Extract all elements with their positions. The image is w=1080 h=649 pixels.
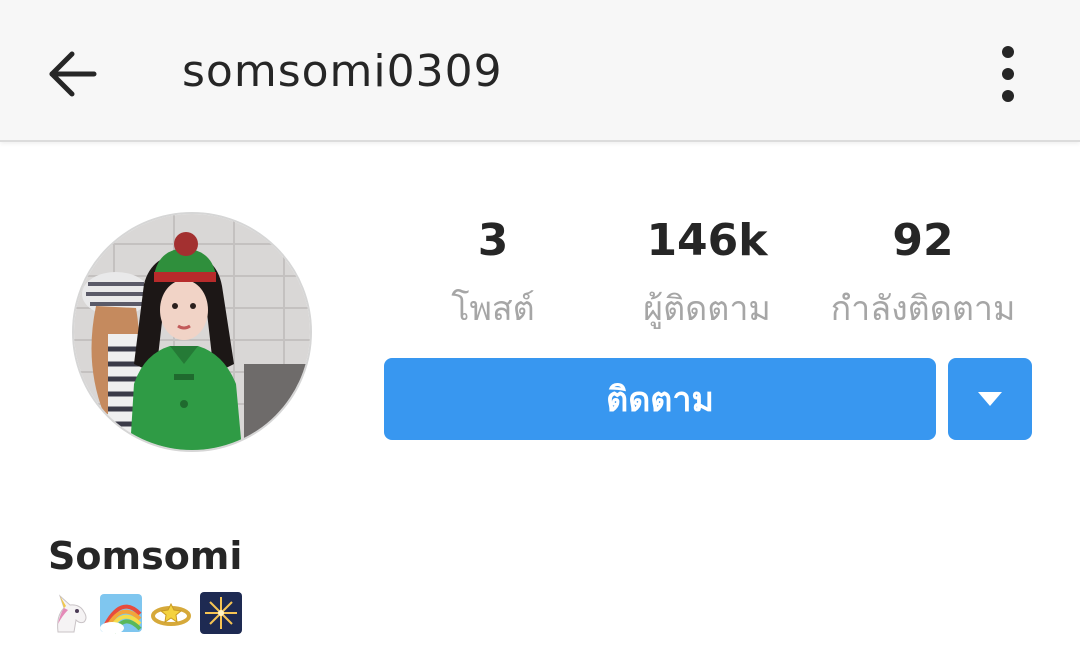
profile-photo xyxy=(74,214,310,450)
posts-label: โพสต์ xyxy=(451,289,535,329)
back-arrow-icon xyxy=(49,51,97,97)
suggested-dropdown-button[interactable] xyxy=(948,358,1032,440)
more-vertical-icon xyxy=(1002,46,1014,102)
posts-count: 3 xyxy=(477,215,509,266)
profile-avatar[interactable] xyxy=(72,212,312,452)
profile-username: somsomi0309 xyxy=(182,46,503,97)
ring-emoji xyxy=(151,602,191,626)
followers-count: 146k xyxy=(646,215,768,266)
triangle-down-icon xyxy=(978,392,1002,406)
stat-followers[interactable]: 146k ผู้ติดตาม xyxy=(592,212,822,334)
following-count: 92 xyxy=(892,215,954,266)
back-button[interactable] xyxy=(34,36,110,112)
more-options-button[interactable] xyxy=(982,36,1034,112)
top-app-bar: somsomi0309 xyxy=(0,0,1080,142)
stat-following[interactable]: 92 กำลังติดตาม xyxy=(808,212,1038,334)
display-name: Somsomi xyxy=(48,534,243,578)
following-label: กำลังติดตาม xyxy=(830,289,1016,329)
follow-button[interactable]: ติดตาม xyxy=(384,358,936,440)
unicorn-emoji xyxy=(57,594,87,633)
fireworks-emoji xyxy=(200,592,242,634)
bio-emojis xyxy=(50,592,242,636)
followers-label: ผู้ติดตาม xyxy=(643,289,771,329)
stat-posts[interactable]: 3 โพสต์ xyxy=(378,212,608,334)
rainbow-emoji xyxy=(100,594,142,634)
